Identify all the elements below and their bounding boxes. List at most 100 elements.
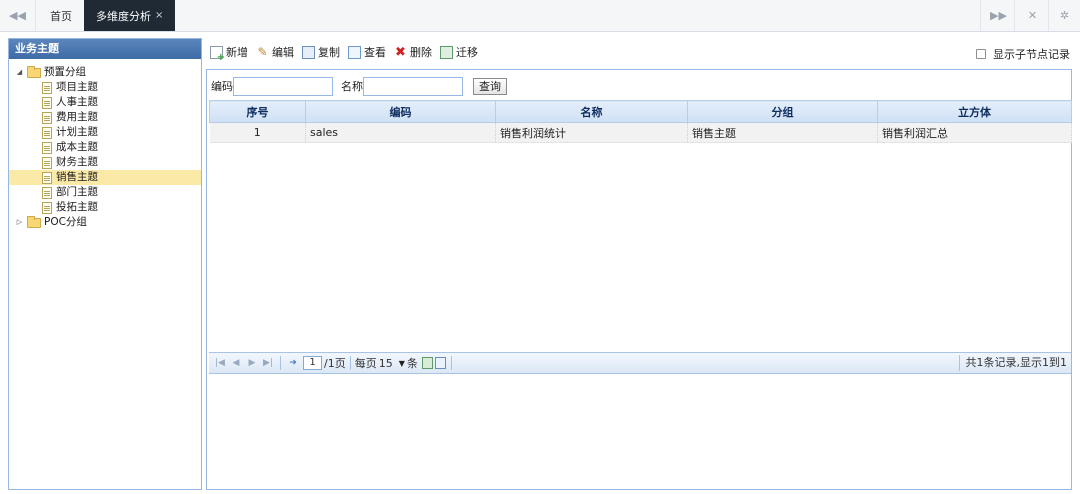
first-page-icon[interactable]: |◀ (215, 358, 225, 368)
last-page-icon[interactable]: ▶| (263, 358, 273, 368)
tree-node-label: 成本主题 (56, 141, 98, 153)
tab-multidimensional-analysis[interactable]: 多维度分析 × (84, 0, 176, 31)
table-row[interactable]: 1 sales 销售利润统计 销售主题 销售利润汇总 (209, 122, 1072, 143)
tree-item-plan[interactable]: 计划主题 (9, 125, 201, 140)
export-document-icon[interactable] (434, 357, 446, 369)
col-header-index[interactable]: 序号 (209, 100, 306, 123)
col-header-name[interactable]: 名称 (495, 100, 688, 123)
tree-group-poc[interactable]: ▷ POC分组 (9, 215, 201, 230)
unit-label: 条 (406, 357, 418, 370)
code-label: 编码 (211, 80, 233, 93)
add-label: 新增 (226, 46, 248, 59)
total-pages-label: /1页 (324, 357, 346, 370)
document-icon (42, 187, 52, 199)
top-tab-bar: ◀◀ 首页 多维度分析 × ▶▶ ✕ ✲ (0, 0, 1080, 32)
topic-table: 序号 编码 名称 分组 立方体 1 sales 销售利润统计 销售主题 销售利润… (209, 100, 1072, 143)
edit-button[interactable]: ✎ 编辑 (256, 44, 294, 60)
divider (280, 356, 281, 370)
prev-page-icon[interactable]: ◀ (231, 358, 241, 368)
go-page-icon[interactable]: ➜ (288, 358, 298, 368)
view-icon (348, 45, 361, 59)
delete-icon: ✖ (395, 44, 406, 60)
fullscreen-icon[interactable]: ✕ (1014, 0, 1050, 31)
fast-forward-icon[interactable]: ▶▶ (980, 0, 1016, 31)
divider (349, 356, 351, 370)
pagination-bar: |◀ ◀ ▶ ▶| ➜ 1 /1页 每页 15 ▼ 条 共1条记录,显示1到1 (209, 352, 1071, 374)
table-header-row: 序号 编码 名称 分组 立方体 (209, 100, 1072, 123)
delete-button[interactable]: ✖ 删除 (394, 44, 432, 60)
copy-label: 复制 (318, 46, 340, 59)
tree-node-label: 销售主题 (56, 171, 98, 183)
tree-node-label: 计划主题 (56, 126, 98, 138)
topic-tree: ◢ 预置分组 项目主题 人事主题 费用主题 计划主题 成本主题 财务主题 销售主… (9, 65, 201, 230)
page-size-value: 15 (378, 356, 393, 370)
tree-item-department[interactable]: 部门主题 (9, 185, 201, 200)
tree-node-label: 财务主题 (56, 156, 98, 168)
tab-active-label: 多维度分析 (96, 9, 151, 23)
col-header-cube[interactable]: 立方体 (877, 100, 1072, 123)
tree-node-label: 项目主题 (56, 81, 98, 93)
tree-item-cost[interactable]: 成本主题 (9, 140, 201, 155)
tree-item-expense[interactable]: 费用主题 (9, 110, 201, 125)
add-button[interactable]: 新增 (210, 44, 248, 63)
tree-node-label: POC分组 (44, 216, 87, 228)
cell-name: 销售利润统计 (495, 122, 688, 143)
cell-group: 销售主题 (687, 122, 878, 143)
document-icon (42, 97, 52, 109)
tree-item-sales[interactable]: 销售主题 (9, 170, 201, 185)
rewind-icon[interactable]: ◀◀ (0, 0, 36, 31)
migrate-icon (440, 45, 453, 59)
tree-node-label: 费用主题 (56, 111, 98, 123)
migrate-label: 迁移 (456, 46, 478, 59)
col-header-code[interactable]: 编码 (305, 100, 496, 123)
page-size-select[interactable]: 15 ▼ (379, 356, 405, 371)
migrate-button[interactable]: 迁移 (440, 44, 478, 60)
chevron-down-icon: ▼ (398, 358, 405, 368)
view-button[interactable]: 查看 (348, 44, 386, 60)
show-children-toggle[interactable]: 显示子节点记录 (976, 46, 1070, 62)
export-excel-icon[interactable] (421, 357, 433, 369)
tree-node-label: 人事主题 (56, 96, 98, 108)
edit-label: 编辑 (272, 46, 294, 59)
document-icon (42, 142, 52, 154)
delete-label: 删除 (410, 46, 432, 59)
document-icon (42, 157, 52, 169)
show-children-checkbox[interactable] (976, 49, 986, 59)
action-toolbar: 新增 ✎ 编辑 复制 查看 ✖ 删除 迁移 (210, 42, 486, 63)
expand-arrow-icon[interactable]: ◢ (15, 65, 24, 80)
show-children-label: 显示子节点记录 (993, 48, 1070, 61)
copy-icon (302, 45, 315, 59)
name-label: 名称 (341, 80, 363, 93)
settings-icon[interactable]: ✲ (1048, 0, 1080, 31)
pencil-icon: ✎ (257, 44, 268, 59)
cell-code: sales (305, 122, 496, 143)
tree-item-finance[interactable]: 财务主题 (9, 155, 201, 170)
page-number-input[interactable]: 1 (303, 356, 322, 370)
tree-group-preset[interactable]: ◢ 预置分组 (9, 65, 201, 80)
cell-cube: 销售利润汇总 (877, 122, 1072, 143)
document-icon (42, 127, 52, 139)
tree-node-label: 部门主题 (56, 186, 98, 198)
tab-home-label: 首页 (50, 9, 72, 23)
next-page-icon[interactable]: ▶ (247, 358, 257, 368)
code-input[interactable] (233, 76, 333, 96)
name-input[interactable] (363, 76, 463, 96)
folder-icon (27, 216, 41, 228)
col-header-group[interactable]: 分组 (687, 100, 878, 123)
tree-item-investment[interactable]: 投拓主题 (9, 200, 201, 215)
cell-index: 1 (209, 122, 306, 143)
search-row: 编码 名称 查询 (211, 76, 507, 96)
tab-home[interactable]: 首页 (38, 0, 84, 31)
collapse-arrow-icon[interactable]: ▷ (15, 215, 24, 230)
document-icon (42, 172, 52, 184)
close-icon[interactable]: × (155, 10, 163, 21)
per-page-label: 每页 (354, 357, 377, 370)
divider (450, 356, 452, 370)
tree-node-label: 投拓主题 (56, 201, 98, 213)
tree-item-hr[interactable]: 人事主题 (9, 95, 201, 110)
copy-button[interactable]: 复制 (302, 44, 340, 60)
data-grid-panel: 编码 名称 查询 序号 编码 名称 分组 立方体 1 sales 销售利润统计 … (206, 69, 1072, 490)
query-button[interactable]: 查询 (473, 77, 507, 95)
document-icon (42, 112, 52, 124)
tree-item-project[interactable]: 项目主题 (9, 80, 201, 95)
